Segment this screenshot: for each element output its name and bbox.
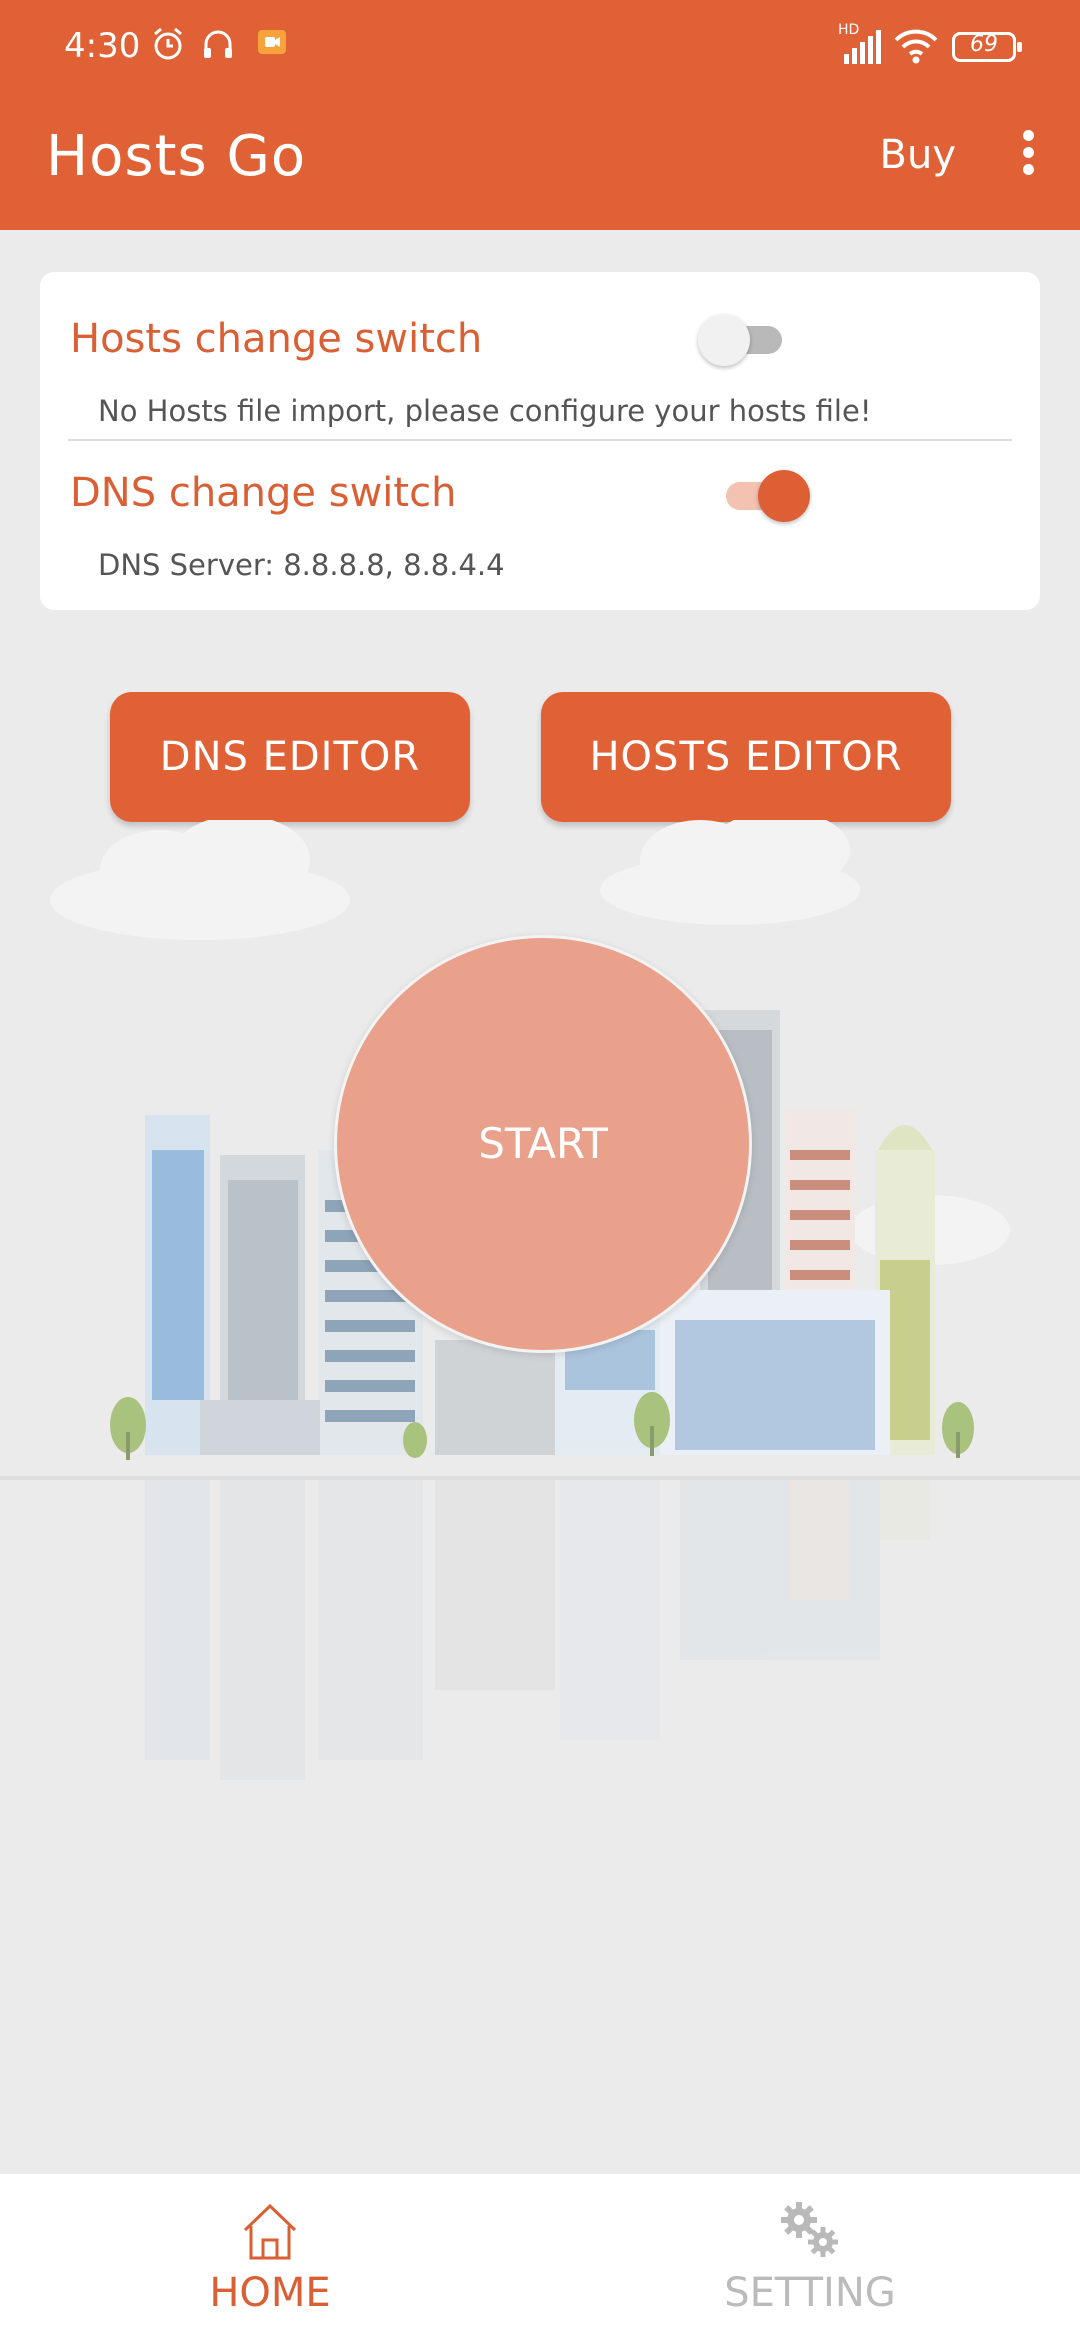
battery-icon: 69 [952,32,1022,62]
divider [68,439,1012,441]
start-button[interactable]: START [334,935,752,1353]
status-bar: 4:30 HD 69 [0,0,1080,96]
gears-icon [781,2202,838,2257]
more-options-icon[interactable] [1000,124,1056,184]
record-icon [258,30,286,54]
signal-icon [844,30,881,64]
nav-home-label: HOME [209,2270,331,2316]
dns-server-text: DNS Server: 8.8.8.8, 8.8.4.4 [98,548,505,582]
home-icon [243,2203,297,2260]
hosts-editor-button[interactable]: HOSTS EDITOR [541,692,951,822]
app-title: Hosts Go [46,124,307,189]
buy-button[interactable]: Buy [880,132,956,178]
app-bar: Hosts Go Buy [0,96,1080,230]
dns-editor-button[interactable]: DNS EDITOR [110,692,470,822]
hosts-change-toggle[interactable] [698,314,788,366]
nav-setting[interactable]: SETTING [660,2174,960,2340]
nav-home[interactable]: HOME [120,2174,420,2340]
nav-setting-label: SETTING [724,2270,896,2316]
hosts-switch-subtitle: No Hosts file import, please configure y… [98,394,872,428]
reflection [145,1480,930,1780]
headphones-icon [204,30,232,58]
dns-change-toggle[interactable] [720,470,810,522]
battery-level: 69 [970,32,998,57]
dns-switch-title: DNS change switch [70,470,457,516]
hosts-switch-title: Hosts change switch [70,316,483,362]
switch-card: Hosts change switch No Hosts file import… [40,272,1040,610]
status-time: 4:30 [64,26,141,66]
alarm-icon [154,27,182,60]
bottom-navigation: HOME SETTING [0,2174,1080,2340]
wifi-icon [894,29,938,64]
